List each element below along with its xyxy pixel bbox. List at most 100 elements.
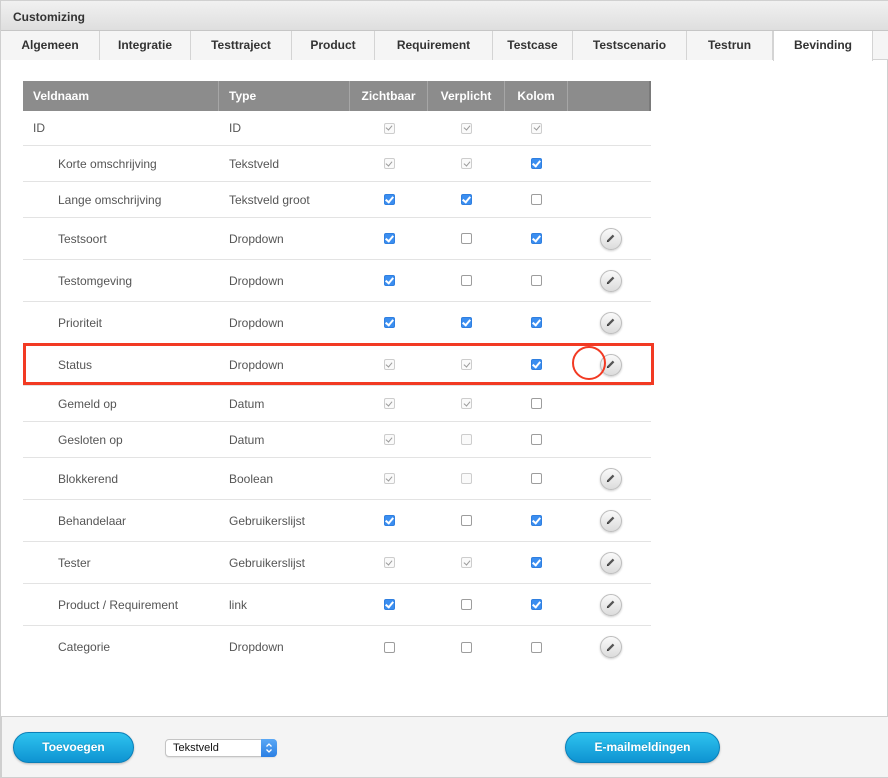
edit-button[interactable] — [599, 311, 622, 334]
actions-cell — [568, 551, 651, 574]
kolom-checkbox[interactable] — [531, 158, 542, 169]
window-title: Customizing — [13, 10, 85, 24]
kolom-cell — [505, 434, 568, 445]
zichtbaar-checkbox — [383, 473, 395, 484]
edit-button[interactable] — [599, 467, 622, 490]
kolom-checkbox[interactable] — [531, 434, 542, 445]
verplicht-checkbox[interactable] — [461, 194, 472, 205]
zichtbaar-checkbox[interactable] — [383, 275, 395, 286]
kolom-checkbox[interactable] — [531, 359, 542, 370]
field-name: Blokkerend — [58, 471, 119, 486]
edit-button[interactable] — [599, 593, 622, 616]
verplicht-checkbox — [461, 434, 472, 445]
header-veldnaam: Veldnaam — [23, 81, 219, 111]
kolom-cell — [505, 641, 568, 653]
pencil-icon — [605, 599, 616, 610]
zichtbaar-checkbox[interactable] — [383, 599, 395, 610]
kolom-cell — [505, 158, 568, 169]
verplicht-checkbox — [461, 158, 472, 169]
table-row: Korte omschrijving Tekstveld — [23, 146, 651, 182]
table-row: Testsoort Dropdown — [23, 218, 651, 260]
actions-cell — [568, 269, 651, 292]
edit-button[interactable] — [599, 269, 622, 292]
kolom-checkbox[interactable] — [531, 473, 542, 484]
kolom-cell — [505, 398, 568, 409]
field-type: ID — [229, 121, 241, 135]
kolom-cell — [505, 275, 568, 286]
tab-testscenario[interactable]: Testscenario — [573, 31, 687, 60]
kolom-checkbox[interactable] — [531, 317, 542, 328]
edit-button[interactable] — [599, 636, 622, 658]
kolom-checkbox[interactable] — [531, 398, 542, 409]
zichtbaar-cell — [350, 359, 428, 370]
edit-button[interactable] — [599, 551, 622, 574]
zichtbaar-checkbox[interactable] — [383, 641, 395, 653]
edit-button[interactable] — [599, 353, 622, 376]
zichtbaar-checkbox — [383, 122, 395, 134]
kolom-checkbox[interactable] — [531, 557, 542, 568]
select-arrows-icon — [261, 739, 277, 757]
header-zichtbaar: Zichtbaar — [350, 81, 428, 111]
header-type: Type — [219, 81, 350, 111]
kolom-checkbox[interactable] — [531, 641, 542, 653]
pencil-icon — [605, 642, 616, 653]
field-type: Datum — [229, 396, 265, 411]
zichtbaar-checkbox[interactable] — [383, 317, 395, 328]
kolom-cell — [505, 122, 568, 134]
zichtbaar-checkbox[interactable] — [383, 515, 395, 526]
verplicht-checkbox[interactable] — [461, 515, 472, 526]
tab-integratie[interactable]: Integratie — [100, 31, 191, 60]
verplicht-checkbox[interactable] — [461, 233, 472, 244]
verplicht-checkbox[interactable] — [461, 641, 472, 653]
tab-testrun[interactable]: Testrun — [687, 31, 773, 60]
tab-requirement[interactable]: Requirement — [375, 31, 493, 60]
verplicht-cell — [428, 158, 505, 169]
kolom-cell — [505, 317, 568, 328]
table-row: Blokkerend Boolean — [23, 458, 651, 500]
tab-bevinding[interactable]: Bevinding — [773, 31, 873, 61]
tab-testcase[interactable]: Testcase — [493, 31, 573, 60]
kolom-checkbox[interactable] — [531, 275, 542, 286]
field-type: Tekstveld groot — [229, 192, 310, 207]
kolom-checkbox[interactable] — [531, 515, 542, 526]
kolom-checkbox — [531, 122, 542, 134]
tab-product[interactable]: Product — [292, 31, 375, 60]
tab-algemeen[interactable]: Algemeen — [1, 31, 100, 60]
zichtbaar-cell — [350, 317, 428, 328]
table-row: Gemeld op Datum — [23, 386, 651, 422]
header-verplicht: Verplicht — [428, 81, 505, 111]
verplicht-checkbox[interactable] — [461, 599, 472, 610]
email-notifications-button[interactable]: E-mailmeldingen — [565, 732, 720, 763]
zichtbaar-checkbox[interactable] — [383, 194, 395, 205]
field-name: Gemeld op — [58, 396, 117, 411]
kolom-checkbox[interactable] — [531, 194, 542, 205]
kolom-cell — [505, 194, 568, 205]
zichtbaar-checkbox — [383, 398, 395, 409]
pencil-icon — [605, 233, 616, 244]
field-type: Tekstveld — [229, 156, 280, 171]
field-type: Gebruikerslijst — [229, 555, 306, 570]
verplicht-cell — [428, 641, 505, 653]
actions-cell — [568, 636, 651, 658]
zichtbaar-cell — [350, 398, 428, 409]
tab-bar: Algemeen Integratie Testtraject Product Requ… — [1, 31, 888, 61]
field-type-select[interactable]: Tekstveld — [165, 739, 277, 757]
field-type: Dropdown — [229, 640, 284, 654]
field-type: Dropdown — [229, 315, 284, 330]
kolom-checkbox[interactable] — [531, 233, 542, 244]
verplicht-cell — [428, 473, 505, 484]
table-row: Prioriteit Dropdown — [23, 302, 651, 344]
verplicht-cell — [428, 599, 505, 610]
edit-button[interactable] — [599, 509, 622, 532]
verplicht-checkbox — [461, 398, 472, 409]
zichtbaar-checkbox — [383, 434, 395, 445]
field-name: Product / Requirement — [58, 597, 179, 612]
field-type-select-value: Tekstveld — [173, 742, 219, 754]
verplicht-checkbox[interactable] — [461, 317, 472, 328]
zichtbaar-checkbox[interactable] — [383, 233, 395, 244]
tab-testtraject[interactable]: Testtraject — [191, 31, 292, 60]
edit-button[interactable] — [599, 227, 622, 250]
kolom-checkbox[interactable] — [531, 599, 542, 610]
add-button[interactable]: Toevoegen — [13, 732, 134, 763]
verplicht-checkbox[interactable] — [461, 275, 472, 286]
